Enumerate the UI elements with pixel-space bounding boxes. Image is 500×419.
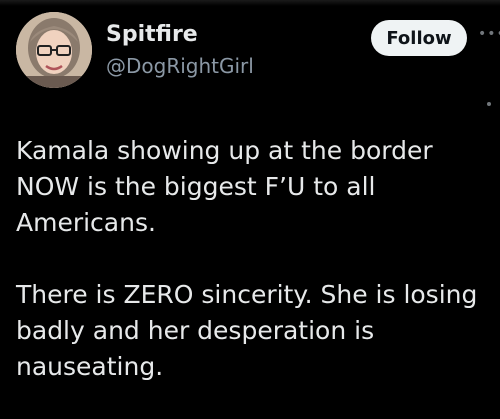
avatar[interactable] bbox=[16, 12, 92, 88]
tweet-paragraph: There is ZERO sincerity. She is losing b… bbox=[16, 280, 478, 381]
previous-content-edge bbox=[0, 0, 500, 6]
indicator-dot bbox=[487, 102, 491, 106]
tweet-text: Kamala showing up at the border NOW is t… bbox=[16, 133, 494, 385]
tweet-paragraph: Kamala showing up at the border NOW is t… bbox=[16, 136, 433, 237]
profile-photo-icon bbox=[16, 12, 92, 88]
author-handle[interactable]: @DogRightGirl bbox=[106, 54, 254, 78]
more-dots-icon[interactable]: ••• bbox=[478, 26, 500, 40]
author-display-name[interactable]: Spitfire bbox=[106, 22, 198, 47]
follow-button[interactable]: Follow bbox=[371, 20, 467, 56]
